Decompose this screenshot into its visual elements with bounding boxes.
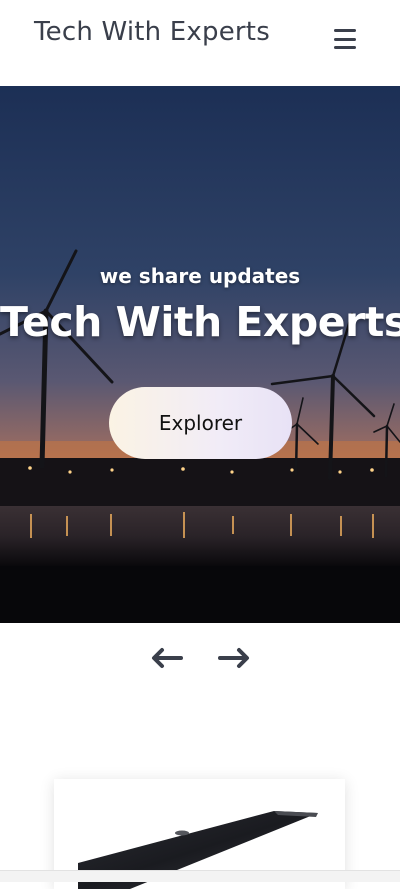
menu-bar [334,29,356,32]
menu-bar [334,37,356,41]
explorer-button[interactable]: Explorer [109,387,292,459]
menu-bar [334,46,356,49]
arrow-left-icon[interactable] [151,646,183,670]
hero-title: Tech With Experts [0,298,400,346]
hero-background-image [0,86,400,623]
hero-banner: we share updates Tech With Experts Explo… [0,86,400,623]
site-header: Tech With Experts [0,0,400,86]
hero-subtitle: we share updates [99,264,301,288]
bottom-bar [0,870,400,882]
hamburger-icon[interactable] [334,29,356,49]
site-brand[interactable]: Tech With Experts [34,17,270,47]
arrow-right-icon[interactable] [218,646,250,670]
